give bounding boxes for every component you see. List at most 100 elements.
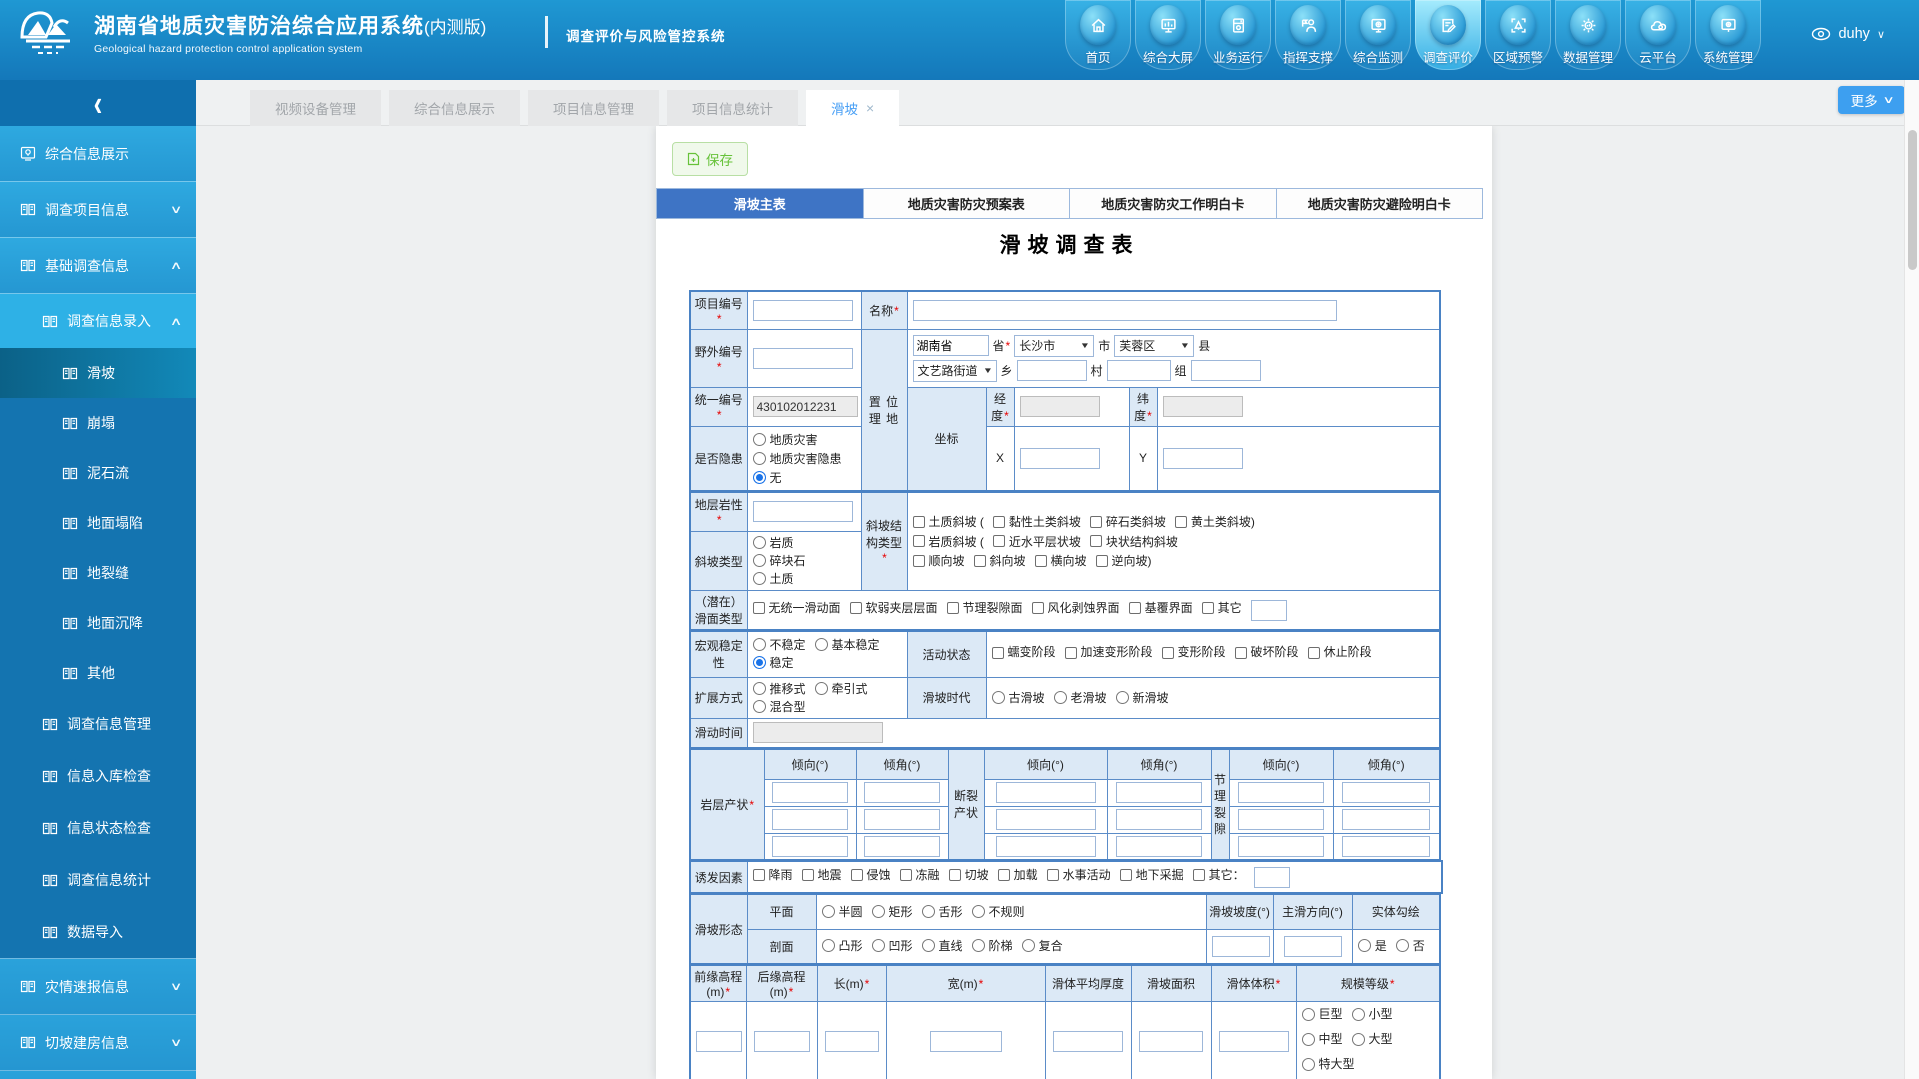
sidebar-item-slope-cut-housing-info[interactable]: 切坡建房信息 ∨	[0, 1014, 196, 1070]
sidebar-item-survey-project-info[interactable]: 调查项目信息 ∨	[0, 182, 196, 238]
street-select[interactable]: 文艺路街道▼	[913, 360, 997, 382]
sidebar-item-info-storage-check[interactable]: 信息入库检查	[0, 750, 196, 802]
tab-video-device-management[interactable]: 视频设备管理	[250, 90, 381, 126]
checkbox-option[interactable]: 顺向坡	[913, 552, 965, 569]
village-input[interactable]	[1017, 360, 1087, 381]
checkbox-option[interactable]: 冻融	[900, 866, 940, 883]
checkbox-option[interactable]: 加载	[998, 866, 1038, 883]
radio-option[interactable]: 土质	[753, 570, 794, 587]
checkbox-icon[interactable]	[1120, 869, 1132, 881]
slope-degree-input[interactable]	[1212, 936, 1270, 957]
sidebar-item-comprehensive-info-display[interactable]: 综合信息展示	[0, 126, 196, 182]
checkbox-option[interactable]: 变形阶段	[1162, 642, 1226, 664]
checkbox-option[interactable]: 蠕变阶段	[992, 642, 1056, 664]
form-tab-avoidance-card[interactable]: 地质灾害防灾避险明白卡	[1277, 189, 1483, 218]
radio-option[interactable]: 古滑坡	[992, 689, 1045, 706]
radio-icon[interactable]	[753, 682, 766, 695]
checkbox-icon[interactable]	[992, 647, 1004, 659]
checkbox-icon[interactable]	[913, 555, 925, 567]
checkbox-option[interactable]: 无统一滑动面	[753, 599, 841, 616]
form-tab-landslide-main[interactable]: 滑坡主表	[657, 189, 864, 218]
attitude-input[interactable]	[1116, 836, 1202, 857]
radio-icon[interactable]	[1352, 1008, 1365, 1021]
checkbox-option[interactable]: 基覆界面	[1129, 599, 1193, 616]
radio-option[interactable]: 中型	[1302, 1029, 1343, 1051]
checkbox-option[interactable]: 加速变形阶段	[1065, 642, 1153, 664]
volume-input[interactable]	[1219, 1031, 1289, 1052]
checkbox-icon[interactable]	[1090, 516, 1102, 528]
tab-project-info-statistics[interactable]: 项目信息统计	[667, 90, 798, 126]
checkbox-option[interactable]: 碎石类斜坡	[1090, 513, 1166, 530]
sidebar-item-ground-fissure[interactable]: 地裂缝	[0, 548, 196, 598]
checkbox-icon[interactable]	[1035, 555, 1047, 567]
attitude-input[interactable]	[1238, 782, 1324, 803]
radio-icon[interactable]	[922, 905, 935, 918]
city-select[interactable]: 长沙市▼	[1014, 335, 1094, 357]
checkbox-icon[interactable]	[1162, 647, 1174, 659]
radio-option[interactable]: 老滑坡	[1054, 689, 1107, 706]
slide-time-input[interactable]	[753, 722, 883, 743]
attitude-input[interactable]	[996, 836, 1096, 857]
radio-icon[interactable]	[1358, 939, 1371, 952]
radio-icon[interactable]	[815, 638, 828, 651]
radio-icon[interactable]	[753, 536, 766, 549]
checkbox-icon[interactable]	[1032, 602, 1044, 614]
field-no-input[interactable]	[753, 348, 853, 369]
sidebar-collapse-bar[interactable]: ‹	[0, 80, 196, 126]
radio-icon[interactable]	[922, 939, 935, 952]
attitude-input[interactable]	[864, 809, 940, 830]
tab-landslide[interactable]: 滑坡 ×	[806, 90, 899, 126]
attitude-input[interactable]	[1342, 836, 1430, 857]
checkbox-icon[interactable]	[1065, 647, 1077, 659]
nav-item-home[interactable]: 首页	[1065, 0, 1131, 70]
scrollbar-thumb[interactable]	[1908, 130, 1917, 270]
radio-option[interactable]: 地质灾害隐患	[753, 450, 856, 467]
tab-comprehensive-info-display[interactable]: 综合信息展示	[389, 90, 520, 126]
radio-icon[interactable]	[822, 939, 835, 952]
form-tab-prevention-plan[interactable]: 地质灾害防灾预案表	[864, 189, 1071, 218]
attitude-input[interactable]	[1238, 836, 1324, 857]
checkbox-icon[interactable]	[974, 555, 986, 567]
radio-option[interactable]: 特大型	[1302, 1054, 1355, 1076]
checkbox-icon[interactable]	[900, 869, 912, 881]
radio-option[interactable]: 碎块石	[753, 552, 806, 569]
radio-icon[interactable]	[872, 905, 885, 918]
sidebar-item-info-status-check[interactable]: 信息状态检查	[0, 802, 196, 854]
checkbox-option[interactable]: 横向坡	[1035, 552, 1087, 569]
radio-icon[interactable]	[1302, 1033, 1315, 1046]
unified-no-input[interactable]	[753, 396, 858, 417]
radio-icon[interactable]	[753, 638, 766, 651]
area-input[interactable]	[1139, 1031, 1203, 1052]
radio-icon[interactable]	[815, 682, 828, 695]
checkbox-option[interactable]: 黏性土类斜坡	[993, 513, 1081, 530]
nav-item-regional-warning[interactable]: 区域预警	[1485, 0, 1551, 70]
radio-option[interactable]: 新滑坡	[1116, 689, 1169, 706]
radio-option[interactable]: 巨型	[1302, 1004, 1343, 1026]
sidebar-item-disaster-condition-info[interactable]: 孕灾条件信息 ∨	[0, 1070, 196, 1079]
nav-item-comprehensive-monitoring[interactable]: 综合监测	[1345, 0, 1411, 70]
checkbox-icon[interactable]	[1090, 535, 1102, 547]
checkbox-icon[interactable]	[1193, 869, 1205, 881]
checkbox-icon[interactable]	[913, 516, 925, 528]
nav-item-cloud-platform[interactable]: 云平台	[1625, 0, 1691, 70]
rear-elev-input[interactable]	[754, 1031, 810, 1052]
radio-option[interactable]: 不规则	[972, 903, 1025, 920]
radio-option[interactable]: 复合	[1022, 937, 1063, 954]
sidebar-item-data-import[interactable]: 数据导入	[0, 906, 196, 958]
attitude-input[interactable]	[1342, 809, 1430, 830]
radio-icon[interactable]	[972, 905, 985, 918]
radio-icon[interactable]	[1302, 1058, 1315, 1071]
save-button[interactable]: 保存	[672, 142, 748, 176]
checkbox-icon[interactable]	[1308, 647, 1320, 659]
radio-option[interactable]: 直线	[922, 937, 963, 954]
checkbox-option[interactable]: 近水平层状坡	[993, 533, 1081, 550]
checkbox-icon[interactable]	[1202, 602, 1214, 614]
avg-thickness-input[interactable]	[1053, 1031, 1123, 1052]
radio-option[interactable]: 矩形	[872, 903, 913, 920]
checkbox-icon[interactable]	[993, 516, 1005, 528]
sidebar-item-survey-info-entry[interactable]: 调查信息录入 ∧	[0, 294, 196, 348]
radio-option[interactable]: 推移式	[753, 680, 806, 697]
attitude-input[interactable]	[864, 782, 940, 803]
radio-icon[interactable]	[753, 452, 766, 465]
checkbox-option[interactable]: 地震	[802, 866, 842, 883]
